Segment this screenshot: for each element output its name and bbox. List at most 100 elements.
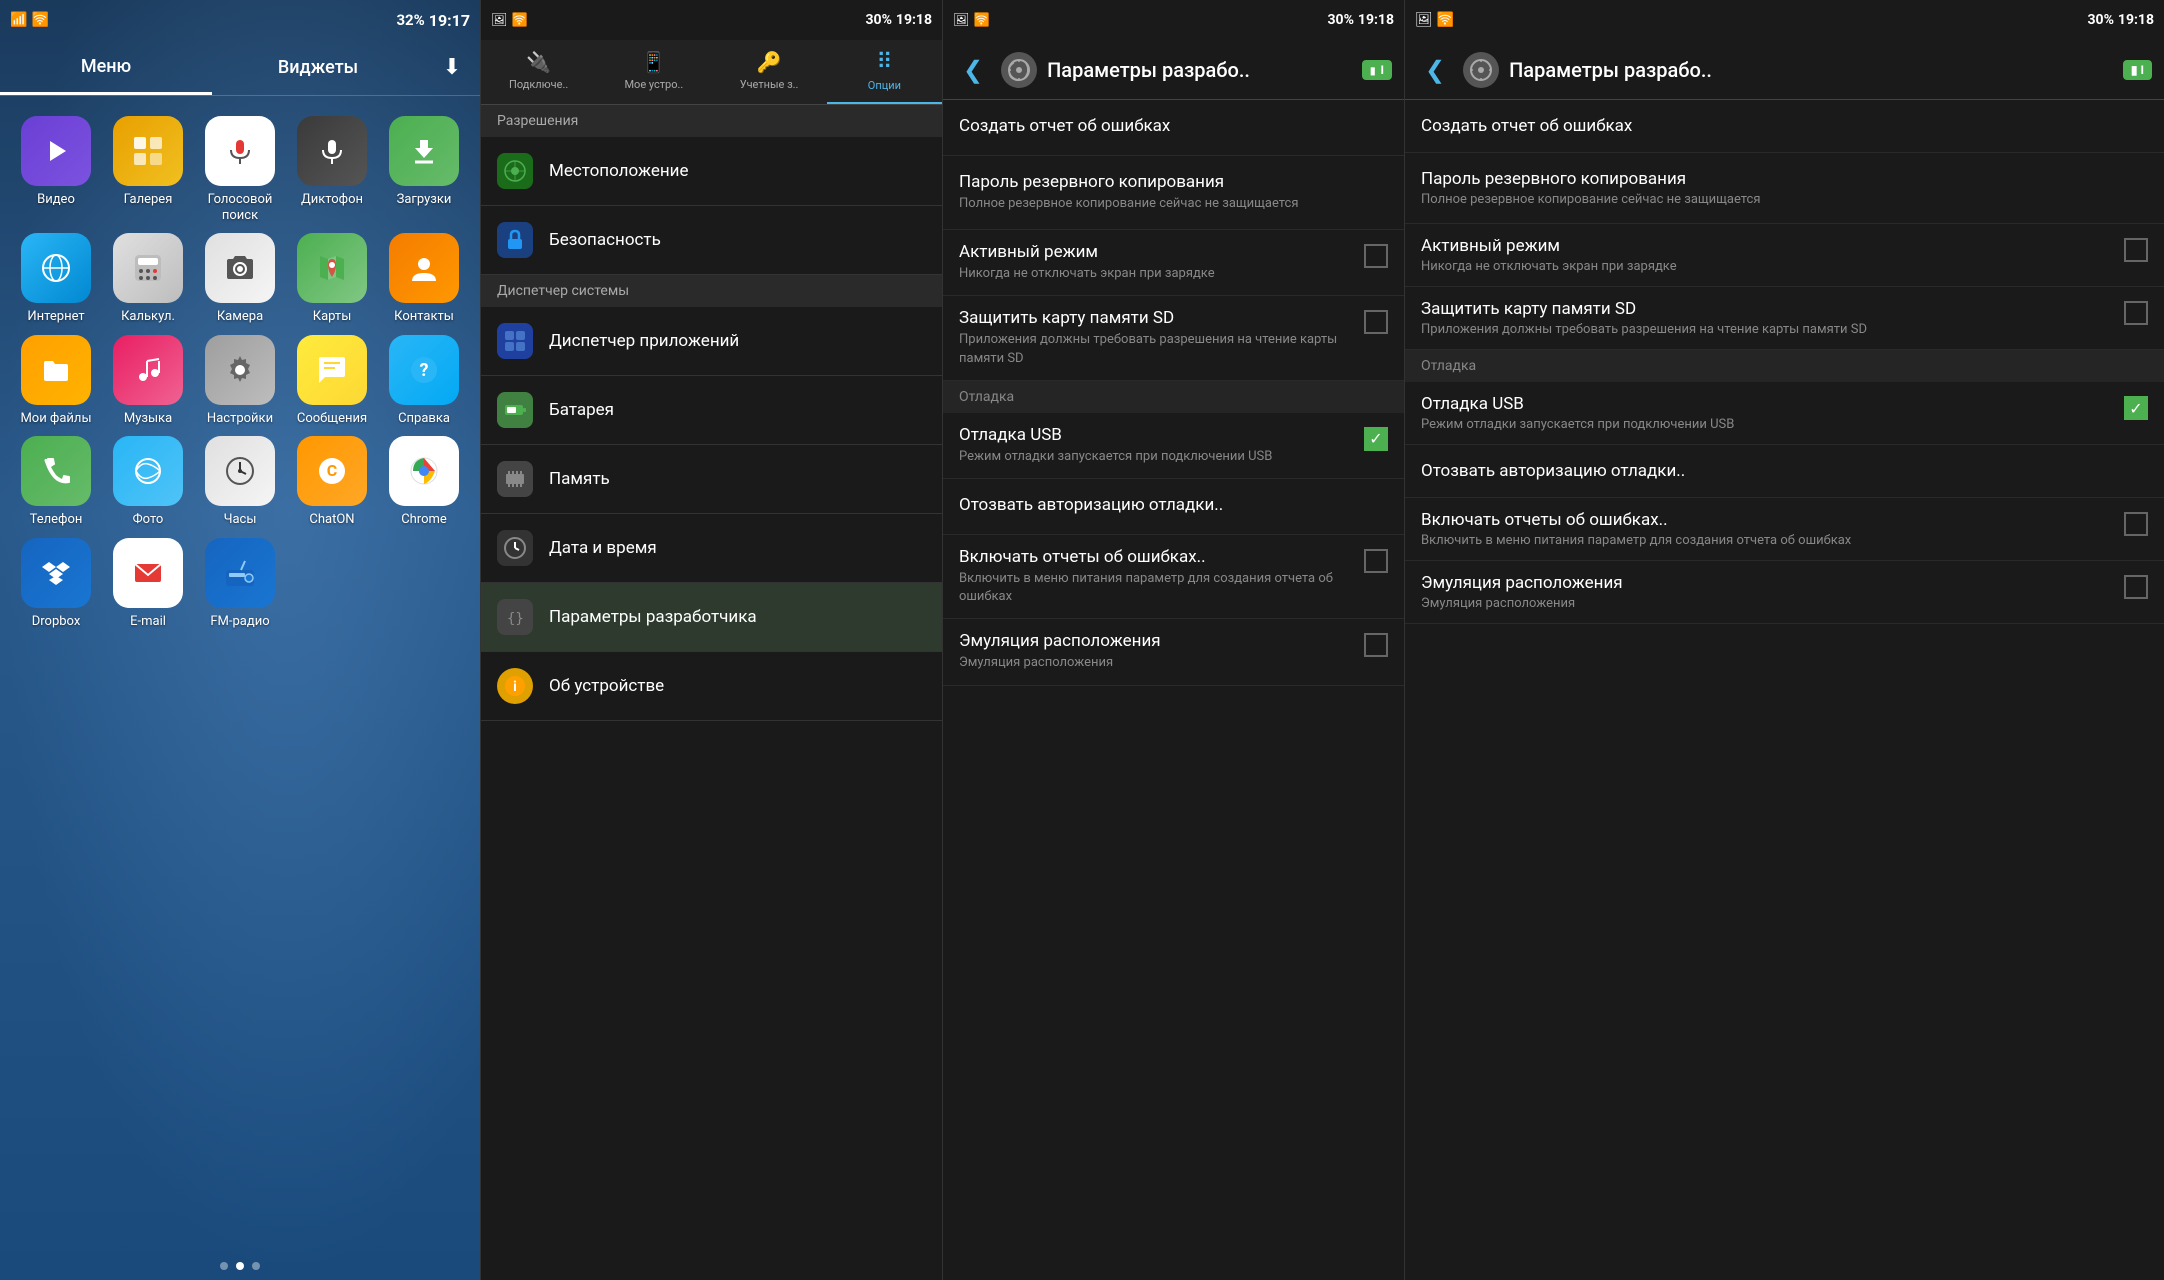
- dev-opt-backup2[interactable]: Пароль резервного копирования Полное рез…: [1405, 153, 2164, 224]
- wifi-icon: 🛜: [31, 12, 48, 28]
- settings-item-datetime[interactable]: Дата и время: [481, 514, 942, 583]
- app-help[interactable]: ? Справка: [382, 335, 467, 427]
- dev-checkbox-emu2[interactable]: [2124, 575, 2148, 599]
- dev-checkbox-sd[interactable]: [1364, 310, 1388, 334]
- app-label-clock: Часы: [224, 512, 257, 528]
- dev-checkbox-usb[interactable]: ✓: [1364, 427, 1388, 451]
- dev-option-backup-password[interactable]: Пароль резервного копирования Полное рез…: [943, 156, 1404, 230]
- app-calc[interactable]: Калькул.: [106, 233, 191, 325]
- dot-1[interactable]: [220, 1262, 228, 1270]
- location-label: Местоположение: [549, 161, 689, 181]
- app-video[interactable]: Видео: [14, 116, 99, 208]
- app-voice-search[interactable]: Голосовой поиск: [198, 116, 283, 223]
- dev-opt-active2[interactable]: Активный режим Никогда не отключать экра…: [1405, 224, 2164, 287]
- app-music[interactable]: Музыка: [106, 335, 191, 427]
- settings-item-battery[interactable]: Батарея: [481, 376, 942, 445]
- app-internet[interactable]: Интернет: [14, 233, 99, 325]
- download-button[interactable]: ⬇: [424, 55, 480, 80]
- app-chrome[interactable]: Chrome: [382, 436, 467, 528]
- tab-connect[interactable]: 🔌 Подключе..: [481, 40, 596, 104]
- dev-option-title-sd: Защитить карту памяти SD: [959, 308, 1354, 328]
- app-label-dropbox: Dropbox: [32, 614, 81, 630]
- dev-option-usb-debug[interactable]: Отладка USB Режим отладки запускается пр…: [943, 413, 1404, 479]
- settings-item-about[interactable]: i Об устройстве: [481, 652, 942, 721]
- dev-opt-usb2[interactable]: Отладка USB Режим отладки запускается пр…: [1405, 382, 2164, 445]
- app-myfiles[interactable]: Мои файлы: [14, 335, 99, 427]
- dev-checkbox-error2[interactable]: [2124, 512, 2148, 536]
- tab-widgets[interactable]: Виджеты: [212, 40, 424, 95]
- dev-title: Параметры разрабо..: [1047, 58, 1352, 82]
- app-settings[interactable]: Настройки: [198, 335, 283, 427]
- app-row-5: Dropbox E-mail FM-радио: [10, 538, 470, 630]
- dev-title-2: Параметры разрабо..: [1509, 58, 2113, 82]
- settings-item-memory[interactable]: Память: [481, 445, 942, 514]
- app-chaton[interactable]: C ChatON: [290, 436, 375, 528]
- dev-opt-error-content2: Включать отчеты об ошибках.. Включить в …: [1421, 510, 2124, 548]
- settings-item-developer[interactable]: {} Параметры разработчика: [481, 583, 942, 652]
- dev-option-title-active: Активный режим: [959, 242, 1354, 262]
- dot-3[interactable]: [252, 1262, 260, 1270]
- settings-item-appmanager[interactable]: Диспетчер приложений: [481, 307, 942, 376]
- dot-2[interactable]: [236, 1262, 244, 1270]
- app-label-music: Музыка: [124, 411, 172, 427]
- battery-d2: 30%: [2088, 12, 2114, 28]
- wifi-icon-s: 🛜: [512, 13, 528, 28]
- dev-opt-emu2[interactable]: Эмуляция расположения Эмуляция расположе…: [1405, 561, 2164, 624]
- time-d: 19:18: [1358, 12, 1394, 28]
- tab-mydevice[interactable]: 📱 Мое устро..: [596, 40, 711, 104]
- back-button-2[interactable]: ❮: [1417, 52, 1453, 88]
- app-email[interactable]: E-mail: [106, 538, 191, 630]
- app-clock[interactable]: Часы: [198, 436, 283, 528]
- app-maps[interactable]: Карты: [290, 233, 375, 325]
- dev-checkbox-emu[interactable]: [1364, 633, 1388, 657]
- app-label-downloads: Загрузки: [397, 192, 452, 208]
- app-label-photos: Фото: [133, 512, 164, 528]
- dev-checkbox-error[interactable]: [1364, 549, 1388, 573]
- tab-accounts[interactable]: 🔑 Учетные з..: [712, 40, 827, 104]
- memory-icon: [497, 461, 533, 497]
- settings-item-location[interactable]: Местоположение: [481, 137, 942, 206]
- dev-option-active-mode[interactable]: Активный режим Никогда не отключать экра…: [943, 230, 1404, 296]
- dev-option-sd-protect[interactable]: Защитить карту памяти SD Приложения долж…: [943, 296, 1404, 380]
- settings-item-security[interactable]: Безопасность: [481, 206, 942, 275]
- dev-checkbox-usb2[interactable]: ✓: [2124, 396, 2148, 420]
- dev-option-subtitle-emu: Эмуляция расположения: [959, 654, 1354, 672]
- dev-opt-error2[interactable]: Включать отчеты об ошибках.. Включить в …: [1405, 498, 2164, 561]
- tab-menu[interactable]: Меню: [0, 40, 212, 95]
- status-bar-right: 32% 19:17: [396, 11, 470, 30]
- dev-opt-create2[interactable]: Создать отчет об ошибках: [1405, 100, 2164, 153]
- dev-checkbox-active[interactable]: [1364, 244, 1388, 268]
- dev-opt-revoke2[interactable]: Отозвать авторизацию отладки..: [1405, 445, 2164, 498]
- app-contacts[interactable]: Контакты: [382, 233, 467, 325]
- dev-option-error-reports[interactable]: Включать отчеты об ошибках.. Включить в …: [943, 535, 1404, 619]
- app-icon-photos: [113, 436, 183, 506]
- dev-opt-sd2[interactable]: Защитить карту памяти SD Приложения долж…: [1405, 287, 2164, 350]
- dev-checkbox-sd2[interactable]: [2124, 301, 2148, 325]
- app-dropbox[interactable]: Dropbox: [14, 538, 99, 630]
- app-messages[interactable]: Сообщения: [290, 335, 375, 427]
- app-phone[interactable]: Телефон: [14, 436, 99, 528]
- app-icon-help: ?: [389, 335, 459, 405]
- dev-option-create-report[interactable]: Создать отчет об ошибках: [943, 100, 1404, 156]
- app-icon-fmradio: [205, 538, 275, 608]
- app-gallery[interactable]: Галерея: [106, 116, 191, 208]
- dev-opt-sub-backup2: Полное резервное копирование сейчас не з…: [1421, 192, 2148, 207]
- app-icon-chaton: C: [297, 436, 367, 506]
- dev-checkbox-active2[interactable]: [2124, 238, 2148, 262]
- app-label-phone: Телефон: [30, 512, 83, 528]
- app-label-recorder: Диктофон: [301, 192, 363, 208]
- appmanager-label: Диспетчер приложений: [549, 331, 739, 351]
- app-recorder[interactable]: Диктофон: [290, 116, 375, 208]
- section-system-manager: Диспетчер системы: [481, 275, 942, 307]
- app-fmradio[interactable]: FM-радио: [198, 538, 283, 630]
- back-button[interactable]: ❮: [955, 52, 991, 88]
- svg-text:{}: {}: [507, 611, 524, 627]
- section-permissions: Разрешения: [481, 105, 942, 137]
- app-camera[interactable]: Камера: [198, 233, 283, 325]
- app-photos[interactable]: Фото: [106, 436, 191, 528]
- dev-option-title-create-report: Создать отчет об ошибках: [959, 116, 1388, 136]
- dev-option-revoke-debug[interactable]: Отозвать авторизацию отладки..: [943, 479, 1404, 535]
- dev-option-emulate-location[interactable]: Эмуляция расположения Эмуляция расположе…: [943, 619, 1404, 685]
- app-downloads[interactable]: Загрузки: [382, 116, 467, 208]
- tab-options[interactable]: ⠿ Опции: [827, 40, 942, 104]
